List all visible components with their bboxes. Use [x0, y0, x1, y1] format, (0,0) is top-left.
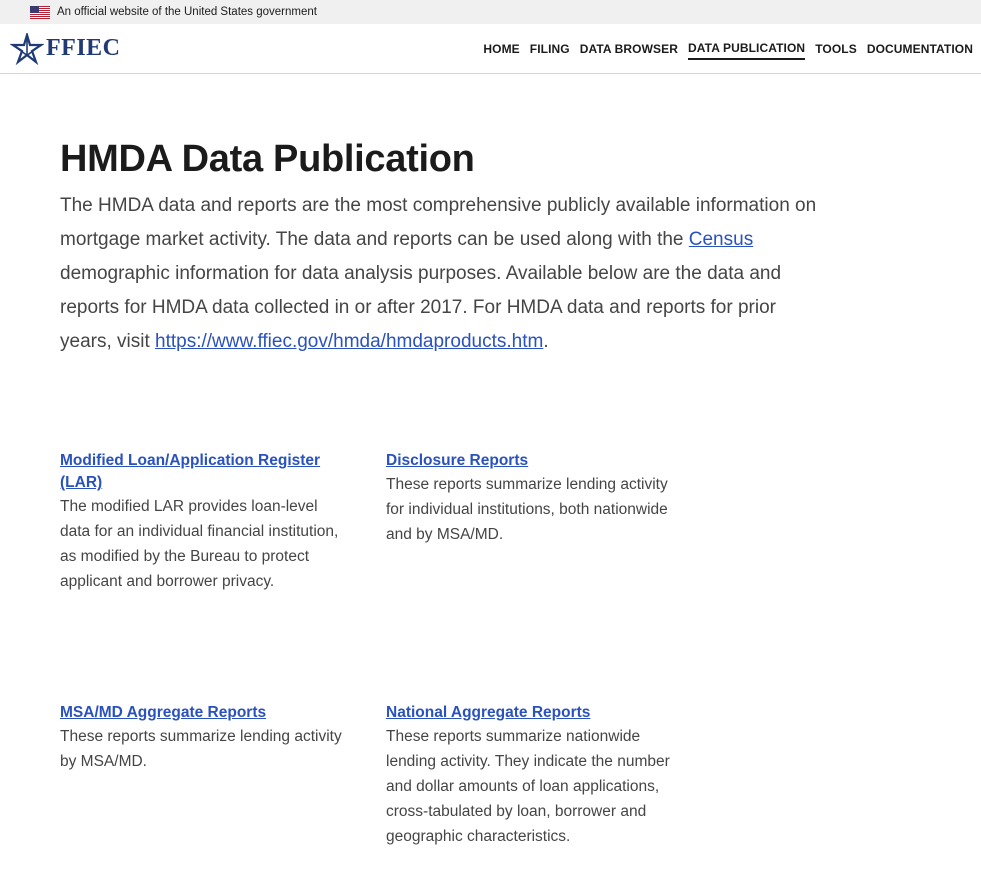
card-disclosure-reports: Disclosure Reports These reports summari…	[386, 450, 676, 547]
hmda-products-link[interactable]: https://www.ffiec.gov/hmda/hmdaproducts.…	[155, 331, 543, 352]
census-link[interactable]: Census	[689, 229, 753, 250]
card-title-link[interactable]: National Aggregate Reports	[386, 702, 676, 724]
card-description: These reports summarize lending activity…	[60, 728, 342, 770]
nav-data-publication[interactable]: DATA PUBLICATION	[688, 37, 806, 60]
intro-paragraph: The HMDA data and reports are the most c…	[60, 189, 820, 359]
card-msa-md-aggregate: MSA/MD Aggregate Reports These reports s…	[60, 702, 350, 774]
main-content: HMDA Data Publication The HMDA data and …	[60, 74, 820, 359]
us-flag-icon	[30, 5, 50, 19]
nav-tools[interactable]: TOOLS	[815, 38, 857, 59]
nav-home[interactable]: HOME	[483, 38, 519, 59]
site-header: FFIEC HOME FILING DATA BROWSER DATA PUBL…	[0, 24, 981, 74]
intro-text-3: .	[543, 331, 549, 352]
card-description: These reports summarize lending activity…	[386, 476, 668, 543]
main-nav: HOME FILING DATA BROWSER DATA PUBLICATIO…	[473, 37, 973, 60]
card-description: These reports summarize nationwide lendi…	[386, 728, 670, 845]
ffiec-logo[interactable]: FFIEC	[10, 32, 121, 65]
nav-data-browser[interactable]: DATA BROWSER	[580, 38, 678, 59]
card-title-link[interactable]: MSA/MD Aggregate Reports	[60, 702, 350, 724]
gov-banner: An official website of the United States…	[0, 0, 981, 24]
page-title: HMDA Data Publication	[60, 138, 475, 180]
card-description: The modified LAR provides loan-level dat…	[60, 498, 339, 590]
nav-filing[interactable]: FILING	[530, 38, 570, 59]
card-national-aggregate: National Aggregate Reports These reports…	[386, 702, 676, 849]
star-logo-icon	[10, 32, 44, 65]
gov-banner-text: An official website of the United States…	[57, 6, 317, 18]
card-title-link[interactable]: Modified Loan/Application Register (LAR)	[60, 450, 350, 494]
logo-text: FFIEC	[46, 35, 121, 61]
card-modified-lar: Modified Loan/Application Register (LAR)…	[60, 450, 350, 594]
nav-documentation[interactable]: DOCUMENTATION	[867, 38, 973, 59]
card-title-link[interactable]: Disclosure Reports	[386, 450, 676, 472]
